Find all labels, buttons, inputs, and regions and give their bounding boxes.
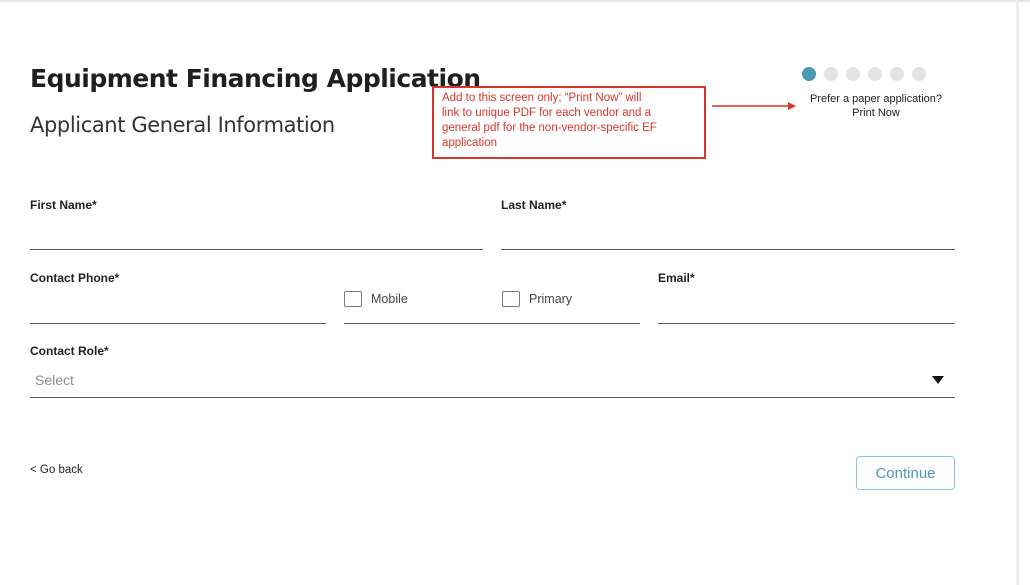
go-back-link[interactable]: < Go back bbox=[30, 464, 83, 476]
annotation-line: link to unique PDF for each vendor and a bbox=[442, 107, 652, 119]
annotation-line: general pdf for the non-vendor-specific … bbox=[442, 122, 657, 134]
primary-checkbox[interactable]: Primary bbox=[502, 291, 572, 307]
phone-type-underline bbox=[344, 323, 640, 324]
primary-checkbox-box[interactable] bbox=[502, 291, 520, 307]
contact-role-underline bbox=[30, 397, 955, 398]
dropdown-arrow-icon[interactable] bbox=[932, 376, 944, 384]
contact-phone-input[interactable] bbox=[30, 323, 326, 324]
mobile-checkbox[interactable]: Mobile bbox=[344, 291, 408, 307]
paper-application-prompt: Prefer a paper application? Print Now bbox=[790, 92, 962, 120]
window-top-border bbox=[0, 0, 1030, 2]
last-name-label: Last Name* bbox=[501, 198, 567, 212]
last-name-input[interactable] bbox=[501, 249, 955, 250]
print-now-link[interactable]: Print Now bbox=[790, 106, 962, 120]
step-dot-4 bbox=[868, 67, 882, 81]
contact-role-placeholder: Select bbox=[35, 372, 74, 388]
step-dot-3 bbox=[846, 67, 860, 81]
step-dot-5 bbox=[890, 67, 904, 81]
email-input[interactable] bbox=[658, 323, 955, 324]
window-right-border bbox=[1016, 0, 1019, 585]
mobile-checkbox-label: Mobile bbox=[371, 292, 408, 306]
page-title: Equipment Financing Application bbox=[30, 64, 481, 93]
review-annotation-box: Add to this screen only; “Print Now” wil… bbox=[432, 86, 706, 159]
annotation-arrow-icon bbox=[712, 102, 796, 110]
first-name-label: First Name* bbox=[30, 198, 97, 212]
contact-role-label: Contact Role* bbox=[30, 344, 109, 358]
first-name-input[interactable] bbox=[30, 249, 483, 250]
contact-phone-label: Contact Phone* bbox=[30, 271, 120, 285]
paper-application-question: Prefer a paper application? bbox=[809, 93, 943, 105]
progress-stepper bbox=[802, 67, 926, 81]
step-dot-6 bbox=[912, 67, 926, 81]
primary-checkbox-label: Primary bbox=[529, 292, 573, 306]
step-dot-2 bbox=[824, 67, 838, 81]
contact-role-select[interactable] bbox=[30, 364, 955, 398]
annotation-line: Add to this screen only; “Print Now” wil… bbox=[442, 92, 642, 104]
page-subtitle: Applicant General Information bbox=[30, 113, 335, 137]
annotation-line: application bbox=[442, 137, 497, 149]
continue-button[interactable]: Continue bbox=[856, 456, 955, 490]
email-label: Email* bbox=[658, 271, 695, 285]
mobile-checkbox-box[interactable] bbox=[344, 291, 362, 307]
step-dot-1-active bbox=[802, 67, 816, 81]
